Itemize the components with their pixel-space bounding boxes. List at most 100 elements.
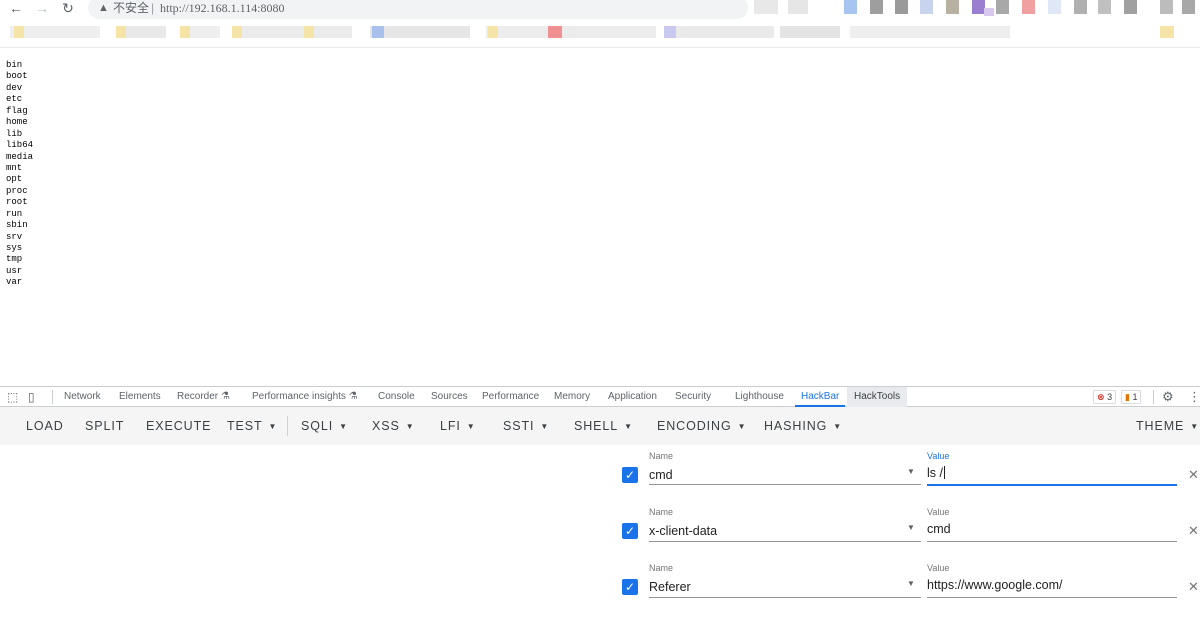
warning-count-badge[interactable]: ▮ 1	[1121, 390, 1142, 404]
extension-icon[interactable]	[1022, 0, 1035, 14]
browser-toolbar: ← → ↻ ▲ 不安全 | http://192.168.1.114:8080	[0, 0, 1200, 20]
header-name-input[interactable]: Referer	[649, 579, 691, 595]
reload-icon[interactable]: ↻	[58, 0, 78, 18]
tab-network[interactable]: Network	[64, 387, 101, 407]
name-label: Name	[649, 451, 674, 461]
close-icon[interactable]: ✕	[1188, 524, 1199, 538]
caret-down-icon: ▼	[624, 422, 633, 431]
extension-icon[interactable]	[1074, 0, 1087, 14]
extension-icon[interactable]	[870, 0, 883, 14]
tab-elements[interactable]: Elements	[119, 387, 161, 407]
arrow-left-icon[interactable]: ←	[6, 0, 26, 18]
lfi-menu-label: LFI	[440, 419, 461, 433]
caret-down-icon[interactable]: ▼	[907, 523, 915, 533]
extension-icon[interactable]	[788, 0, 808, 14]
extension-icon[interactable]	[895, 0, 908, 14]
header-row: ✓ Name x-client-data ▼ Value cmd ✕	[0, 506, 1200, 558]
bookmark-item[interactable]	[370, 26, 470, 38]
bookmark-item[interactable]	[850, 26, 1010, 38]
lfi-menu-button[interactable]: LFI ▼	[440, 418, 476, 435]
theme-menu-button[interactable]: THEME ▼	[1136, 418, 1199, 435]
extension-icon[interactable]	[946, 0, 959, 14]
security-indicator[interactable]: 不安全	[113, 1, 149, 15]
tab-performance[interactable]: Performance	[482, 387, 539, 407]
listing-entry: lib	[6, 128, 23, 139]
split-button[interactable]: SPLIT	[85, 418, 124, 434]
extension-icon[interactable]	[844, 0, 857, 14]
hashing-menu-button[interactable]: HASHING ▼	[764, 418, 842, 435]
gear-icon[interactable]: ⚙	[1162, 389, 1174, 405]
flask-icon: ⚗	[348, 391, 358, 402]
test-menu-button[interactable]: TEST ▼	[227, 418, 277, 435]
flask-icon: ⚗	[220, 391, 230, 402]
sqli-menu-button[interactable]: SQLI ▼	[301, 418, 348, 435]
divider	[287, 416, 288, 436]
caret-down-icon[interactable]: ▼	[907, 467, 915, 477]
tab-hackbar[interactable]: HackBar	[795, 387, 846, 407]
bookmark-item[interactable]	[486, 26, 656, 38]
tab-application[interactable]: Application	[608, 387, 657, 407]
close-icon[interactable]: ✕	[1188, 580, 1199, 594]
value-underline	[927, 484, 1177, 486]
arrow-right-icon[interactable]: →	[32, 0, 52, 18]
tab-sources[interactable]: Sources	[431, 387, 468, 407]
hashing-menu-label: HASHING	[764, 419, 828, 433]
device-toolbar-icon[interactable]: ▯	[28, 389, 35, 405]
bookmark-icon	[304, 26, 314, 38]
extension-icon[interactable]	[754, 0, 778, 14]
bookmark-item[interactable]	[780, 26, 840, 38]
header-name-input[interactable]: cmd	[649, 467, 673, 483]
extension-icon[interactable]	[1182, 0, 1195, 14]
header-value-input[interactable]: cmd	[927, 521, 951, 537]
inspect-element-icon[interactable]: ⬚	[7, 389, 18, 405]
extension-icon[interactable]	[1160, 0, 1173, 14]
tab-recorder[interactable]: Recorder ⚗	[177, 387, 230, 407]
caret-down-icon: ▼	[1190, 422, 1200, 431]
theme-menu-label: THEME	[1136, 419, 1185, 433]
tab-hacktools[interactable]: HackTools	[847, 387, 908, 407]
kebab-menu-icon[interactable]: ⋮	[1188, 389, 1200, 405]
error-count: 3	[1107, 392, 1113, 402]
extension-icon[interactable]	[996, 0, 1009, 14]
caret-down-icon[interactable]: ▼	[907, 579, 915, 589]
header-name-input[interactable]: x-client-data	[649, 523, 717, 539]
tab-memory[interactable]: Memory	[554, 387, 590, 407]
xss-menu-button[interactable]: XSS ▼	[372, 418, 415, 435]
load-button[interactable]: LOAD	[26, 418, 64, 434]
listing-entry: media	[6, 151, 34, 162]
bookmark-icon	[372, 26, 384, 38]
execute-button[interactable]: EXECUTE	[146, 418, 211, 434]
header-enable-checkbox[interactable]: ✓	[622, 579, 638, 595]
extension-icon[interactable]	[1048, 0, 1061, 14]
tab-performance-insights[interactable]: Performance insights ⚗	[252, 387, 358, 407]
warning-count: 1	[1132, 392, 1138, 402]
extension-icon[interactable]	[1124, 0, 1137, 14]
ssti-menu-button[interactable]: SSTI ▼	[503, 418, 549, 435]
warning-triangle-icon[interactable]: ▲	[98, 1, 109, 15]
tab-lighthouse[interactable]: Lighthouse	[735, 387, 784, 407]
caret-down-icon: ▼	[339, 422, 348, 431]
encoding-menu-button[interactable]: ENCODING ▼	[657, 418, 746, 435]
listing-entry: dev	[6, 82, 23, 93]
tab-console[interactable]: Console	[378, 387, 415, 407]
header-enable-checkbox[interactable]: ✓	[622, 467, 638, 483]
error-count-badge[interactable]: ⊗ 3	[1093, 390, 1117, 404]
extension-icon[interactable]	[1098, 0, 1111, 14]
tab-security[interactable]: Security	[675, 387, 711, 407]
bookmark-icon	[548, 26, 562, 38]
listing-entry: home	[6, 117, 28, 128]
header-enable-checkbox[interactable]: ✓	[622, 523, 638, 539]
bookmark-item[interactable]	[232, 26, 352, 38]
ssti-menu-label: SSTI	[503, 419, 535, 433]
header-value-input[interactable]: https://www.google.com/	[927, 577, 1062, 593]
close-icon[interactable]: ✕	[1188, 468, 1199, 482]
extension-icon[interactable]	[920, 0, 933, 14]
bookmark-folder-icon[interactable]	[1160, 26, 1174, 38]
listing-entry: sys	[6, 243, 23, 253]
listing-entry: lib64	[6, 140, 34, 151]
header-value-input[interactable]: ls /	[927, 465, 945, 481]
url-text[interactable]: http://192.168.1.114:8080	[160, 1, 285, 15]
bookmark-item[interactable]	[664, 26, 774, 38]
shell-menu-button[interactable]: SHELL ▼	[574, 418, 633, 435]
extension-icon[interactable]	[984, 8, 994, 16]
